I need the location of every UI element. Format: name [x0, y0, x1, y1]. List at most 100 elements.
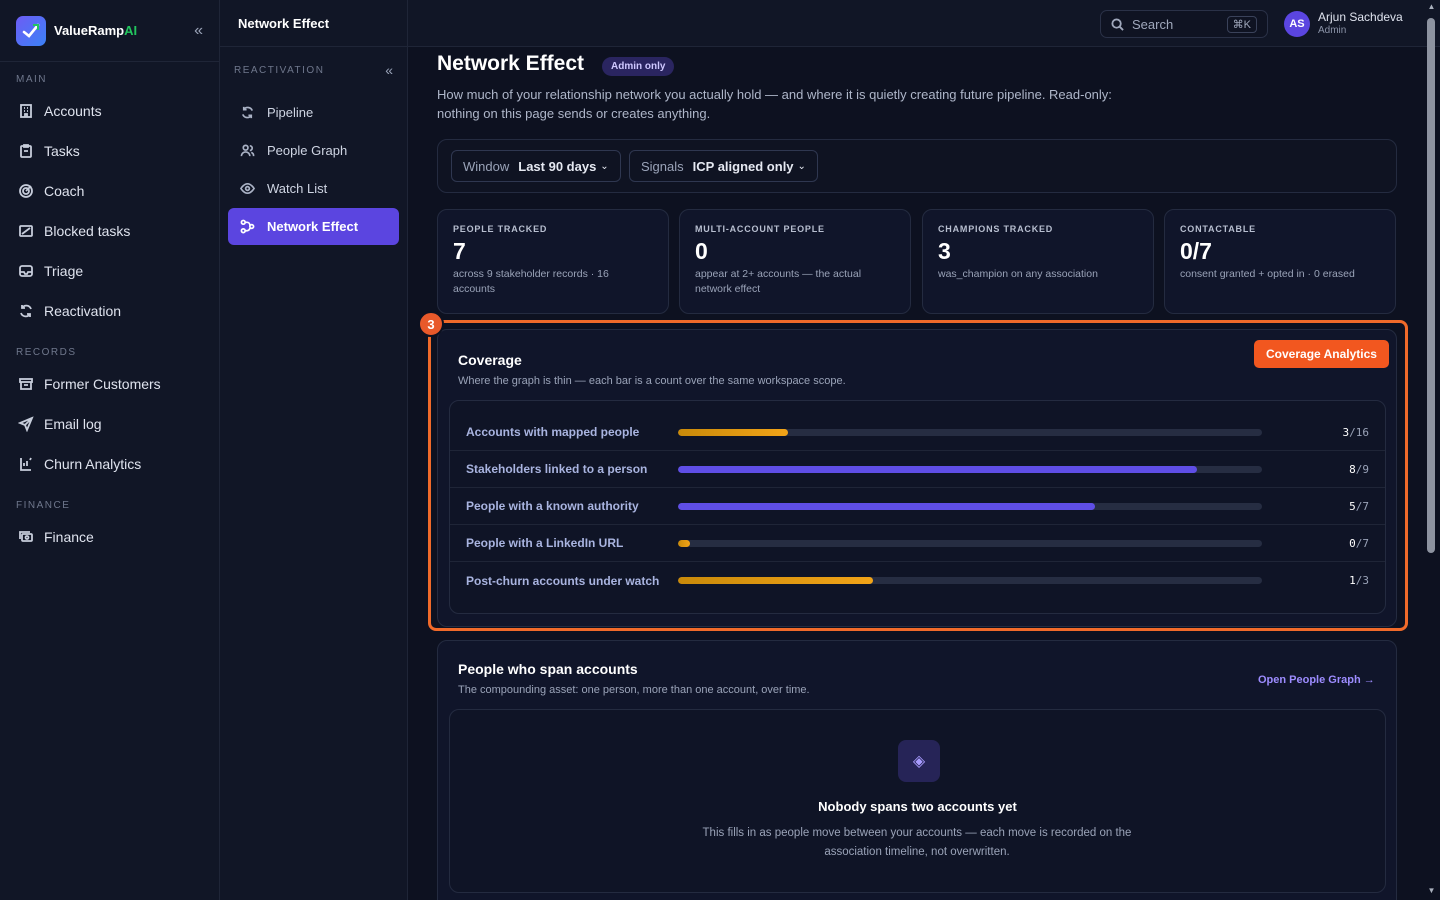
coverage-row-count: 8/9	[1349, 463, 1369, 476]
coverage-row: Post-churn accounts under watch 1/3	[450, 562, 1385, 599]
search-icon	[1111, 17, 1124, 31]
search-shortcut: ⌘K	[1226, 15, 1257, 33]
coverage-bar-fill	[678, 465, 1198, 473]
span-title: People who span accounts	[458, 661, 638, 677]
admin-badge: Admin only	[602, 57, 675, 76]
nav-item-label: Email log	[44, 416, 102, 432]
brand-name-accent: AI	[124, 23, 138, 38]
diamond-icon: ◈	[898, 740, 940, 782]
brand-logo-icon[interactable]	[16, 15, 46, 46]
stat-card-champions-tracked: CHAMPIONS TRACKED 3 was_champion on any …	[922, 209, 1154, 314]
coverage-title: Coverage	[458, 352, 522, 368]
empty-state-title: Nobody spans two accounts yet	[818, 799, 1017, 814]
collapse-subsidebar-icon[interactable]: «	[385, 62, 393, 78]
sub-item-watch-list[interactable]: Watch List	[228, 170, 399, 207]
nav-item-label: Tasks	[44, 143, 80, 159]
nav-item-label: Coach	[44, 183, 85, 199]
signals-filter-dropdown[interactable]: Signals ICP aligned only ⌄	[629, 150, 818, 182]
empty-state: ◈ Nobody spans two accounts yet This fil…	[449, 709, 1386, 893]
user-name[interactable]: Arjun Sachdeva	[1318, 10, 1403, 24]
nav-item-email-log[interactable]: Email log	[0, 404, 219, 444]
sub-item-network-effect[interactable]: Network Effect	[228, 208, 399, 245]
scroll-up-icon[interactable]: ▲	[1427, 2, 1436, 11]
main-content: Network Effect Admin only How much of yo…	[408, 47, 1424, 900]
stat-value: 0	[695, 238, 708, 264]
filter-value: ICP aligned only	[692, 158, 794, 174]
coverage-bar-fill	[678, 502, 1096, 510]
nav-section-main: MAIN	[16, 74, 47, 85]
nav-item-triage[interactable]: Triage	[0, 251, 219, 291]
coverage-bar-track	[678, 539, 1262, 547]
nav-item-accounts[interactable]: Accounts	[0, 91, 219, 131]
stat-label: PEOPLE TRACKED	[453, 224, 548, 234]
span-subtitle: The compounding asset: one person, more …	[458, 684, 810, 696]
open-people-graph-link[interactable]: Open People Graph →	[1258, 674, 1375, 686]
nav-item-churn-analytics[interactable]: Churn Analytics	[0, 444, 219, 484]
inbox-icon	[19, 265, 33, 277]
nav-item-coach[interactable]: Coach	[0, 171, 219, 211]
sub-item-people-graph[interactable]: People Graph	[228, 132, 399, 169]
stat-card-people-tracked: PEOPLE TRACKED 7 across 9 stakeholder re…	[437, 209, 669, 314]
nav-item-label: Former Customers	[44, 376, 161, 392]
nav-item-label: Accounts	[44, 103, 102, 119]
coverage-row-count: 5/7	[1349, 500, 1369, 513]
brand-name-main: ValueRamp	[54, 23, 125, 38]
search-placeholder[interactable]: Search	[1132, 17, 1173, 32]
count-denominator: 16	[1355, 425, 1369, 439]
coverage-row-label: Post-churn accounts under watch	[466, 573, 660, 588]
step-marker: 3	[418, 311, 444, 337]
target-icon	[19, 184, 33, 198]
nav-item-tasks[interactable]: Tasks	[0, 131, 219, 171]
window-filter-dropdown[interactable]: Window Last 90 days ⌄	[451, 150, 621, 182]
coverage-row-count: 1/3	[1349, 574, 1369, 587]
refresh-icon	[242, 106, 253, 119]
main-sidebar: ValueRampAI « MAIN Accounts Tasks Coach …	[0, 0, 220, 900]
collapse-sidebar-icon[interactable]: «	[194, 22, 203, 40]
coverage-row: People with a known authority 5/7	[450, 488, 1385, 525]
count-numerator: 8	[1349, 462, 1356, 476]
filter-key: Signals	[641, 158, 684, 174]
nav-item-label: Churn Analytics	[44, 456, 142, 472]
coverage-row: Stakeholders linked to a person 8/9	[450, 451, 1385, 488]
coverage-bar-track	[678, 465, 1262, 473]
building-icon	[20, 104, 32, 118]
coverage-list: Accounts with mapped people 3/16 Stakehold…	[449, 400, 1386, 614]
coverage-bar-track	[678, 577, 1262, 584]
stat-card-contactable: CONTACTABLE 0/7 consent granted + opted …	[1164, 209, 1396, 314]
refresh-icon	[20, 304, 32, 318]
stat-subtext: consent granted + opted in · 0 erased	[1180, 268, 1355, 280]
page-description: How much of your relationship network yo…	[437, 87, 1112, 121]
sub-section-label: REACTIVATION	[234, 64, 325, 76]
stat-card-multi-account-people: MULTI-ACCOUNT PEOPLE 0 appear at 2+ acco…	[679, 209, 911, 314]
archive-icon	[19, 378, 33, 390]
page-title: Network Effect	[437, 52, 585, 75]
nav-section-finance: FINANCE	[16, 500, 71, 511]
nav-item-blocked-tasks[interactable]: Blocked tasks	[0, 211, 219, 251]
send-icon	[18, 416, 34, 432]
user-role: Admin	[1318, 25, 1347, 36]
scroll-down-icon[interactable]: ▼	[1427, 886, 1436, 895]
search-box[interactable]: Search ⌘K	[1100, 10, 1268, 38]
filter-bar: Window Last 90 days ⌄ Signals ICP aligne…	[437, 139, 1397, 193]
scrollbar-thumb[interactable]	[1427, 18, 1435, 553]
stat-subtext: across 9 stakeholder records · 16 accoun…	[453, 268, 609, 295]
coverage-row-label: Accounts with mapped people	[466, 425, 640, 439]
coverage-row: People with a LinkedIn URL 0/7	[450, 525, 1385, 562]
coverage-card: Coverage Where the graph is thin — each …	[437, 329, 1397, 627]
stat-subtext: appear at 2+ accounts — the actual netwo…	[695, 268, 862, 295]
filter-value: Last 90 days	[518, 158, 597, 174]
blocked-icon	[19, 225, 33, 237]
coverage-analytics-button[interactable]: Coverage Analytics	[1254, 340, 1389, 368]
nav-item-label: Reactivation	[44, 303, 122, 319]
brand: ValueRampAI «	[0, 0, 219, 62]
stat-subtext: was_champion on any association	[938, 268, 1098, 280]
nav-item-finance[interactable]: Finance	[0, 517, 219, 557]
nav-item-former-customers[interactable]: Former Customers	[0, 364, 219, 404]
chart-icon	[20, 457, 32, 471]
sub-item-pipeline[interactable]: Pipeline	[228, 94, 399, 131]
coverage-row-count: 3/16	[1343, 426, 1370, 439]
sub-sidebar-header: Network Effect	[220, 0, 407, 47]
count-denominator: 7	[1362, 499, 1369, 513]
nav-item-reactivation[interactable]: Reactivation	[0, 291, 219, 331]
avatar[interactable]: AS	[1284, 11, 1310, 37]
